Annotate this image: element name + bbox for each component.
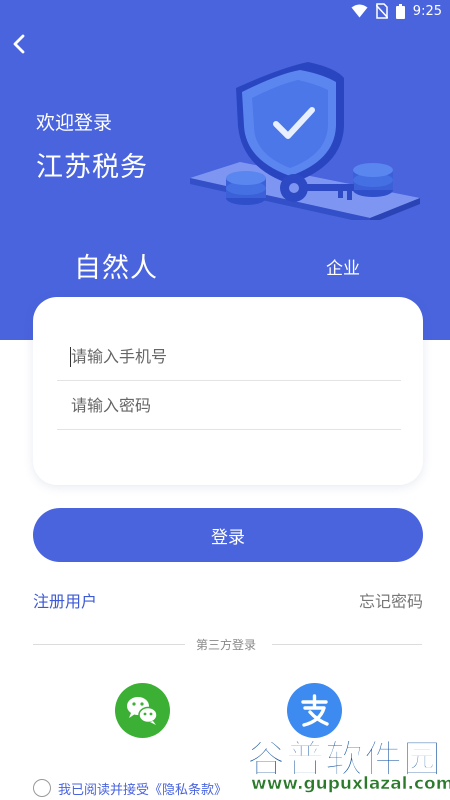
login-card bbox=[33, 297, 423, 485]
text-caret bbox=[70, 347, 71, 367]
welcome-text: 欢迎登录 bbox=[36, 112, 113, 134]
password-field bbox=[57, 382, 401, 430]
wechat-login-button[interactable] bbox=[115, 683, 170, 738]
phone-field bbox=[57, 333, 401, 381]
agreement-checkbox[interactable] bbox=[33, 779, 51, 797]
status-bar: 9:25 bbox=[0, 0, 450, 24]
tab-company[interactable]: 企业 bbox=[326, 254, 360, 279]
forgot-password-link[interactable]: 忘记密码 bbox=[359, 588, 423, 612]
password-input[interactable] bbox=[57, 382, 401, 429]
divider-left bbox=[33, 644, 185, 645]
tab-person[interactable]: 自然人 bbox=[74, 246, 158, 285]
third-party-label: 第三方登录 bbox=[196, 638, 257, 652]
privacy-agreement-text[interactable]: 我已阅读并接受《隐私条款》 bbox=[58, 779, 227, 798]
back-button[interactable] bbox=[8, 30, 32, 58]
register-link[interactable]: 注册用户 bbox=[33, 588, 97, 612]
bureau-title: 江苏税务 bbox=[36, 152, 148, 183]
watermark: 谷普软件园 www.gupuxlazal.com bbox=[243, 728, 450, 800]
shield-check-icon bbox=[190, 62, 420, 220]
battery-icon bbox=[395, 3, 405, 19]
status-time: 9:25 bbox=[412, 3, 442, 19]
watermark-url: www.gupuxlazal.com bbox=[251, 774, 450, 795]
wechat-icon bbox=[127, 697, 158, 725]
no-sim-icon bbox=[375, 3, 388, 19]
divider-right bbox=[272, 644, 422, 645]
wifi-icon bbox=[351, 4, 368, 18]
phone-input[interactable] bbox=[57, 333, 401, 380]
chevron-left-icon bbox=[13, 34, 25, 54]
login-button[interactable]: 登录 bbox=[33, 508, 423, 562]
